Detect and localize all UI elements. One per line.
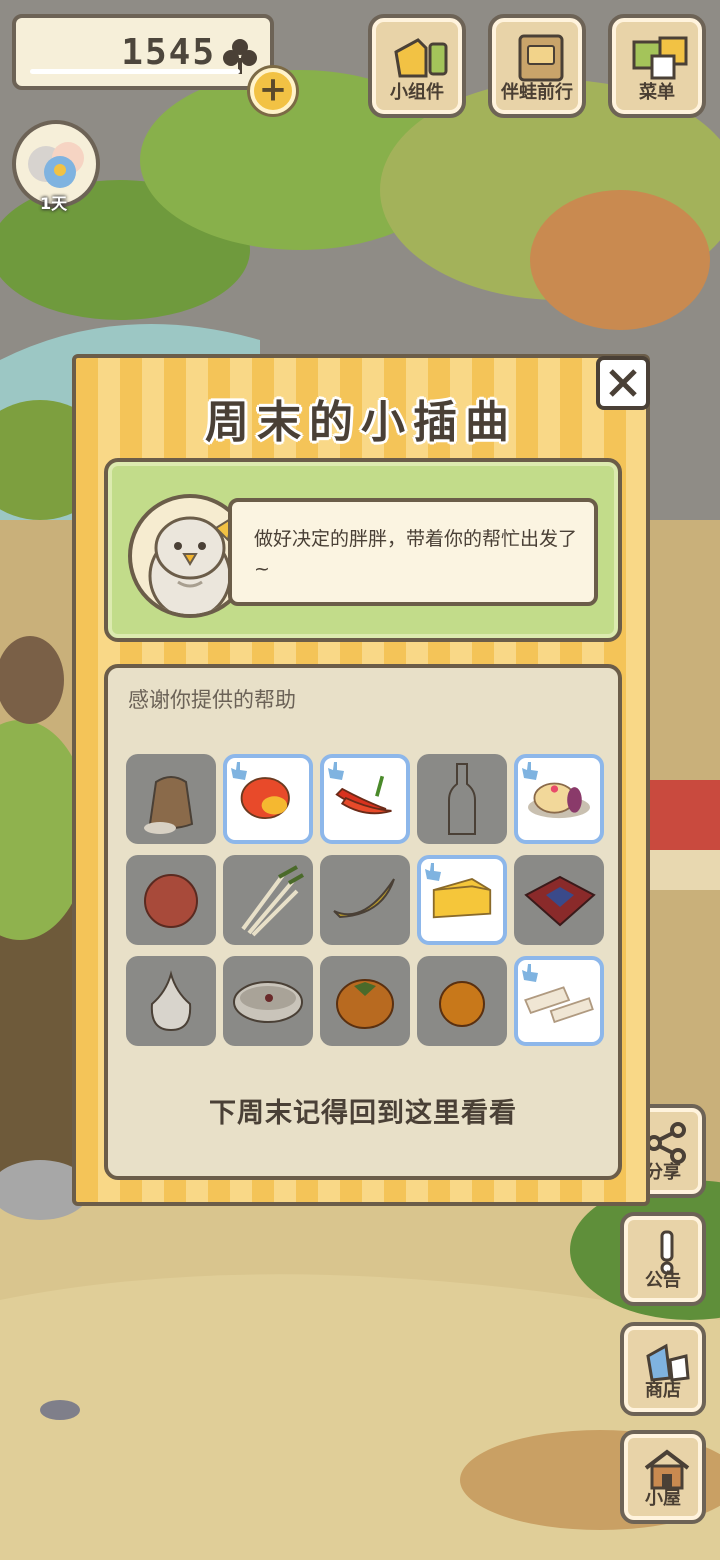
close-button[interactable] <box>596 356 650 410</box>
garlic-icon <box>150 970 192 1032</box>
journey-label: 伴蛙前行 <box>501 82 573 103</box>
thanks-heading: 感谢你提供的帮助 <box>128 688 296 712</box>
hand-pointer-icon <box>522 762 538 780</box>
clover-counter: 1545 <box>12 14 274 90</box>
item-porridge-bowl[interactable] <box>223 956 313 1046</box>
notice-label: 公告 <box>645 1270 681 1291</box>
hand-pointer-icon <box>522 964 538 982</box>
item-nougat[interactable] <box>514 956 604 1046</box>
shop-button[interactable]: 商店 <box>620 1322 706 1416</box>
item-gift-box[interactable] <box>514 855 604 945</box>
item-persimmon[interactable] <box>320 956 410 1046</box>
rice-sack-icon <box>144 776 194 834</box>
widget-button[interactable]: 小组件 <box>368 14 466 118</box>
item-chili-peppers[interactable] <box>320 754 410 844</box>
item-mango[interactable] <box>223 754 313 844</box>
plus-icon: + <box>258 69 288 110</box>
item-pastry-cake[interactable] <box>514 754 604 844</box>
porridge-bowl-icon <box>233 981 303 1023</box>
journey-button[interactable]: 伴蛙前行 <box>488 14 586 118</box>
footer-reminder: 下周末记得回到这里看看 <box>209 1098 517 1129</box>
add-clover-button[interactable]: + <box>250 68 296 114</box>
hand-pointer-icon <box>425 863 441 881</box>
weekend-event-dialog: 周末的小插曲 做好决定的胖胖，带着你的帮忙出发了~ 感谢你提供的帮助 下周末记得… <box>72 354 650 1206</box>
item-grid <box>126 754 604 1046</box>
item-green-onion[interactable] <box>223 855 313 945</box>
menu-button[interactable]: 菜单 <box>608 14 706 118</box>
item-peach[interactable] <box>126 855 216 945</box>
house-label: 小屋 <box>645 1488 681 1509</box>
hand-pointer-icon <box>328 762 344 780</box>
item-orange[interactable] <box>417 956 507 1046</box>
banana-icon <box>333 878 395 919</box>
persimmon-icon <box>336 979 394 1029</box>
peach-icon <box>144 874 198 928</box>
bird-message: 做好决定的胖胖，带着你的帮忙出发了~ <box>254 528 578 580</box>
items-panel: 感谢你提供的帮助 下周末记得回到这里看看 <box>104 664 622 1180</box>
item-glass-bottle[interactable] <box>417 754 507 844</box>
menu-label: 菜单 <box>639 82 675 103</box>
close-icon <box>609 369 637 397</box>
orange-icon <box>439 981 485 1027</box>
dialog-title: 周末的小插曲 <box>205 397 517 448</box>
green-onion-icon <box>241 865 304 937</box>
item-rice-sack[interactable] <box>126 754 216 844</box>
hand-pointer-icon <box>231 762 247 780</box>
glass-bottle-icon <box>448 763 476 835</box>
item-cheese[interactable] <box>417 855 507 945</box>
item-banana[interactable] <box>320 855 410 945</box>
notice-button[interactable]: 公告 <box>620 1212 706 1306</box>
shop-label: 商店 <box>645 1380 681 1401</box>
clover-count: 1545 <box>121 32 216 73</box>
days-counter: 1天 <box>40 194 68 213</box>
gift-box-icon <box>524 875 596 927</box>
clover-underline <box>30 69 240 74</box>
speech-bubble: 做好决定的胖胖，带着你的帮忙出发了~ <box>228 498 598 606</box>
message-panel: 做好决定的胖胖，带着你的帮忙出发了~ <box>104 458 622 642</box>
item-garlic[interactable] <box>126 956 216 1046</box>
widget-label: 小组件 <box>390 82 444 103</box>
house-button[interactable]: 小屋 <box>620 1430 706 1524</box>
